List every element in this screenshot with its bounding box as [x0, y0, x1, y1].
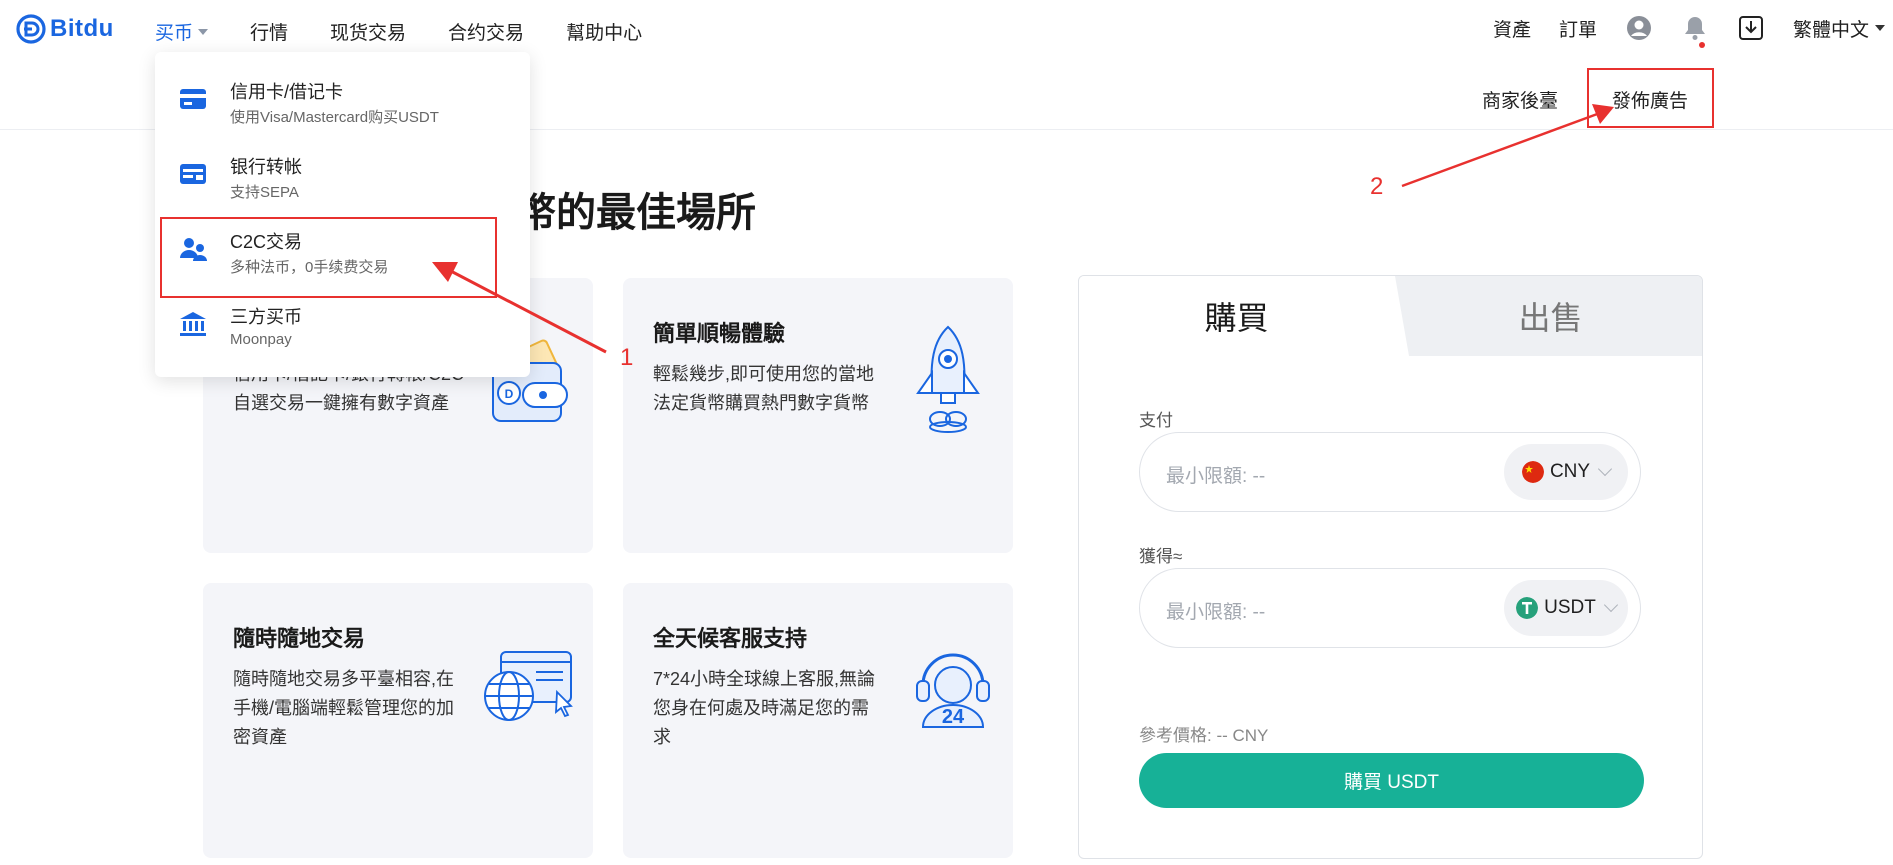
- annotation-number-1: 1: [620, 344, 634, 371]
- annotation-arrows: [432, 104, 1614, 354]
- annotation-number-2: 2: [1370, 173, 1384, 200]
